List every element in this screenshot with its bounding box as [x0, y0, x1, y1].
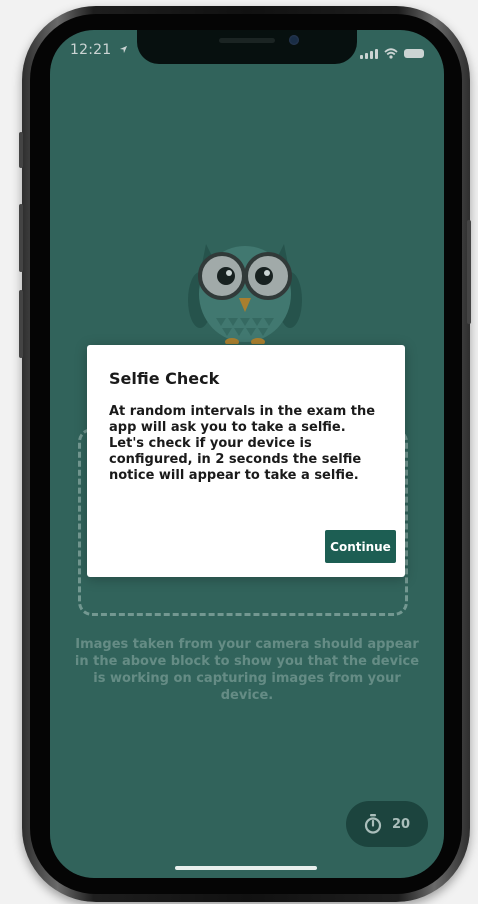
- home-indicator[interactable]: [175, 866, 317, 870]
- dialog-message: At random intervals in the exam the app …: [109, 404, 376, 483]
- selfie-check-dialog: Selfie Check At random intervals in the …: [87, 345, 405, 577]
- dialog-title: Selfie Check: [109, 369, 220, 388]
- volume-up-button: [19, 204, 23, 272]
- silent-switch: [19, 132, 23, 168]
- continue-button[interactable]: Continue: [325, 530, 396, 563]
- power-button: [467, 220, 471, 324]
- volume-down-button: [19, 290, 23, 358]
- app-screen: 12:21 Images taken from your camera shou…: [50, 30, 444, 878]
